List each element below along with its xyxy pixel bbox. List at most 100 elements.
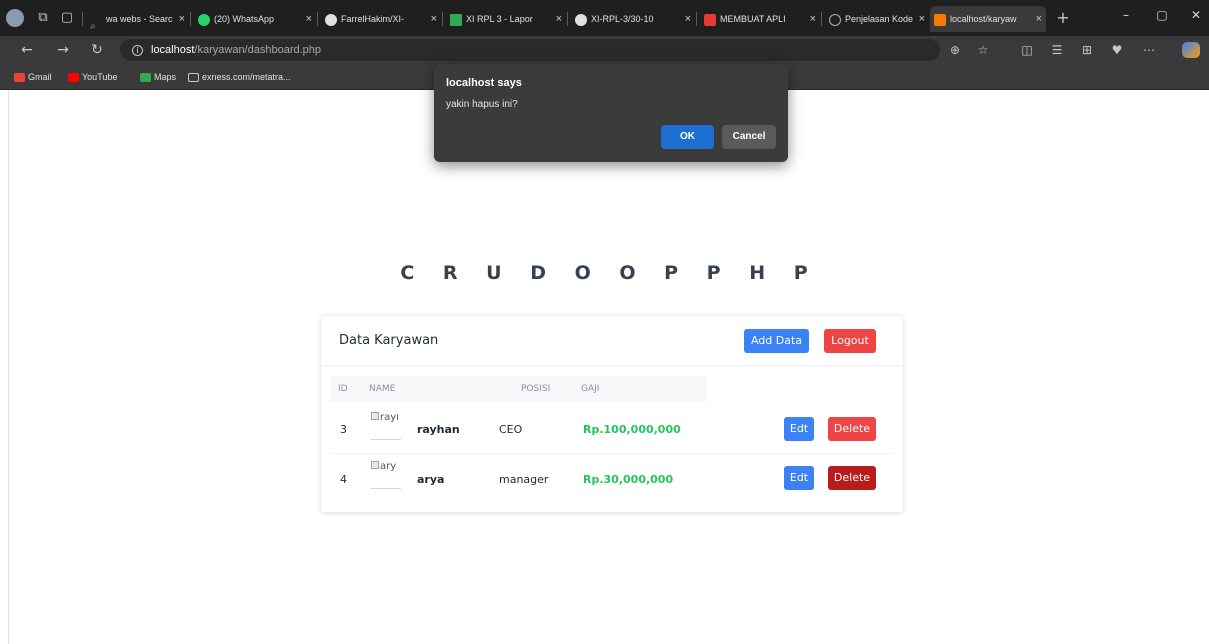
tab-actions-icon[interactable]: ▢: [58, 9, 76, 27]
cell-id: 3: [340, 423, 347, 436]
column-header-posisi: POSISI: [521, 384, 551, 394]
tab-label: FarrelHakim/XI-: [341, 14, 405, 24]
drive-icon: [450, 13, 462, 26]
broken-image-icon: [371, 412, 379, 420]
tab-label: (20) WhatsApp: [214, 14, 275, 24]
close-icon[interactable]: ×: [306, 6, 312, 32]
close-icon[interactable]: ×: [810, 6, 816, 32]
broken-image-icon: [371, 461, 379, 469]
bookmark-exness[interactable]: exness.com/metatra...: [188, 70, 291, 84]
page-title: C R U D O O P P H P: [400, 262, 819, 284]
zoom-icon[interactable]: ⊕: [946, 42, 964, 58]
close-icon[interactable]: ×: [1036, 6, 1042, 32]
close-icon[interactable]: ×: [556, 6, 562, 32]
dialog-title: localhost says: [446, 77, 522, 89]
table-row: 4 ary arya manager Rp.30,000,000 Edt Del…: [331, 454, 893, 506]
split-screen-icon[interactable]: ◫: [1018, 42, 1036, 58]
table-row: 3 rayı rayhan CEO Rp.100,000,000 Edt Del…: [331, 402, 893, 454]
ok-button[interactable]: OK: [661, 125, 714, 149]
tab-label: XI RPL 3 - Lapor: [466, 14, 533, 24]
tab-label: MEMBUAT APLI: [720, 14, 786, 24]
globe-icon: [829, 13, 841, 26]
bookmark-maps[interactable]: Maps: [140, 70, 176, 84]
column-header-name: NAME: [369, 384, 396, 394]
bookmark-label: Gmail: [28, 72, 52, 82]
youtube-icon: [704, 13, 716, 26]
cell-id: 4: [340, 473, 347, 486]
close-window-icon[interactable]: ✕: [1186, 8, 1206, 22]
tab-drive-laporan[interactable]: XI RPL 3 - Lapor ×: [446, 6, 566, 32]
delete-button[interactable]: Delete: [828, 466, 876, 490]
copilot-icon[interactable]: [1182, 42, 1200, 58]
add-data-button[interactable]: Add Data: [744, 329, 809, 353]
whatsapp-icon: [198, 13, 210, 26]
edit-button[interactable]: Edt: [784, 417, 814, 441]
delete-button[interactable]: Delete: [828, 417, 876, 441]
refresh-icon[interactable]: ↻: [88, 41, 106, 59]
column-header-gaji: GAJI: [581, 384, 600, 394]
cell-gaji: Rp.100,000,000: [583, 423, 681, 436]
bookmark-label: Maps: [154, 72, 177, 82]
tab-label: Penjelasan Kode: [845, 14, 914, 24]
close-icon[interactable]: ×: [685, 6, 691, 32]
url-input[interactable]: i localhost/karyawan/dashboard.php: [120, 39, 940, 61]
tab-github-farrel[interactable]: FarrelHakim/XI- ×: [321, 6, 441, 32]
maps-icon: [140, 73, 151, 83]
bookmark-gmail[interactable]: Gmail: [14, 70, 52, 84]
bookmark-youtube[interactable]: YouTube: [68, 70, 117, 84]
employee-photo: ary: [371, 461, 401, 489]
card-title: Data Karyawan: [339, 333, 439, 348]
close-icon[interactable]: ×: [919, 6, 925, 32]
cell-name: arya: [417, 473, 445, 486]
xampp-icon: [934, 13, 946, 26]
tab-localhost-active[interactable]: localhost/karyaw ×: [930, 6, 1046, 32]
tab-github-xi-rpl[interactable]: XI-RPL-3/30-10 ×: [571, 6, 695, 32]
gmail-icon: [14, 73, 25, 83]
tab-penjelasan[interactable]: Penjelasan Kode ×: [825, 6, 929, 32]
tab-youtube-membuat[interactable]: MEMBUAT APLI ×: [700, 6, 820, 32]
youtube-icon: [68, 73, 79, 83]
tab-search[interactable]: ⌕ wa webs - Searc ×: [86, 6, 189, 32]
minimize-icon[interactable]: –: [1116, 8, 1136, 22]
new-tab-icon[interactable]: +: [1054, 9, 1072, 27]
bookmark-label: YouTube: [82, 72, 118, 82]
close-icon[interactable]: ×: [431, 6, 437, 32]
logout-button[interactable]: Logout: [824, 329, 876, 353]
image-alt-text: ary: [380, 461, 397, 472]
column-header-id: ID: [338, 384, 348, 394]
collections-icon[interactable]: ⊞: [1078, 42, 1096, 58]
employee-photo: rayı: [371, 412, 401, 440]
browser-tab-bar: ⧉ ▢ ⌕ wa webs - Searc × (20) WhatsApp × Far…: [0, 0, 1209, 36]
cell-posisi: manager: [499, 473, 549, 486]
edit-button[interactable]: Edt: [784, 466, 814, 490]
github-icon: [325, 13, 337, 26]
cancel-button[interactable]: Cancel: [722, 125, 776, 149]
site-info-icon[interactable]: i: [132, 44, 143, 56]
cell-gaji: Rp.30,000,000: [583, 473, 674, 486]
performance-icon[interactable]: ♥: [1108, 42, 1126, 58]
restore-icon[interactable]: ▢: [1152, 8, 1172, 22]
profile-avatar-icon[interactable]: [6, 9, 24, 27]
url-path: /karyawan/dashboard.php: [194, 44, 322, 56]
tab-whatsapp[interactable]: (20) WhatsApp ×: [194, 6, 316, 32]
employee-card: Data Karyawan Add Data Logout ID NAME PO…: [321, 316, 903, 512]
dialog-message: yakin hapus ini?: [446, 99, 518, 110]
favorite-star-icon[interactable]: ☆: [974, 42, 992, 58]
search-icon: ⌕: [90, 20, 96, 32]
cell-posisi: CEO: [499, 423, 523, 436]
bookmark-label: exness.com/metatra...: [202, 72, 291, 82]
more-options-icon[interactable]: ⋯: [1140, 42, 1158, 58]
tab-label: localhost/karyaw: [950, 14, 1017, 24]
cell-name: rayhan: [417, 423, 460, 436]
tab-label: wa webs - Searc: [106, 14, 173, 24]
forward-icon[interactable]: →: [54, 41, 72, 59]
tab-label: XI-RPL-3/30-10: [591, 14, 654, 24]
favorites-list-icon[interactable]: ☰: [1048, 42, 1066, 58]
page-icon: [188, 73, 199, 83]
workspaces-icon[interactable]: ⧉: [34, 9, 52, 27]
close-icon[interactable]: ×: [179, 6, 185, 32]
back-icon[interactable]: ←: [18, 41, 36, 59]
page-viewport: C R U D O O P P H P Data Karyawan Add Da…: [8, 90, 1209, 644]
browser-address-bar: ← → ↻ i localhost/karyawan/dashboard.php …: [0, 36, 1209, 64]
image-alt-text: rayı: [380, 412, 399, 423]
